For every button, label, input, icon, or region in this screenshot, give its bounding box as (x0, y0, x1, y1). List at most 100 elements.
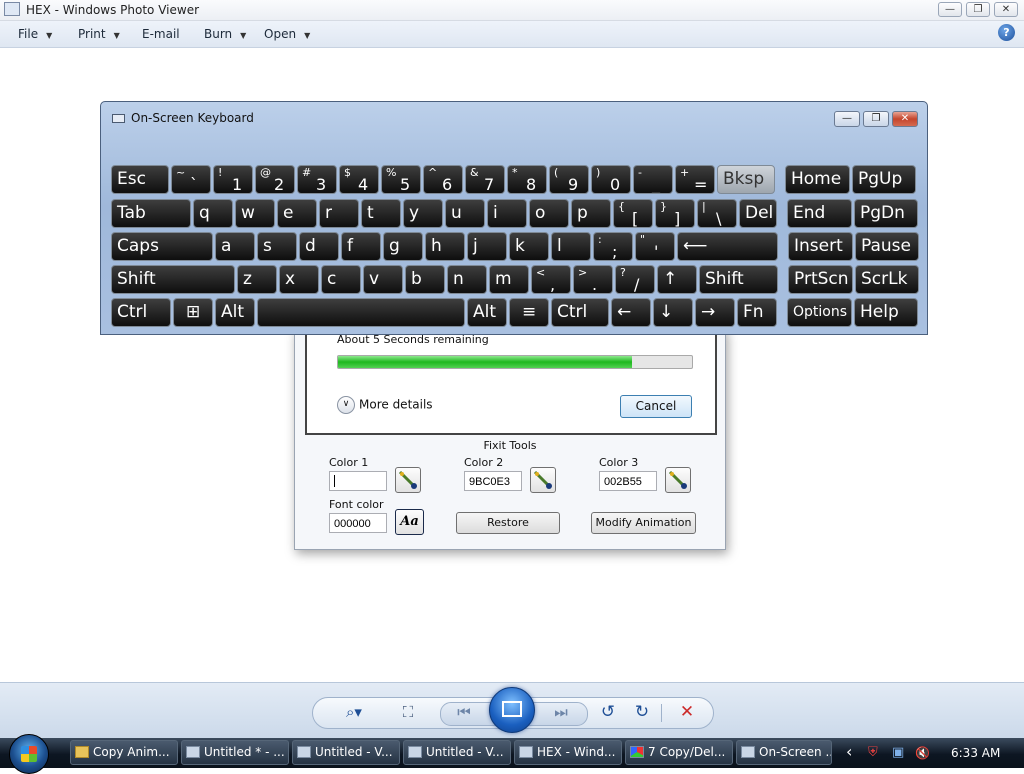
key-f[interactable]: f (341, 232, 381, 261)
key-pgup[interactable]: PgUp (852, 165, 916, 194)
key-5[interactable]: % 5 (381, 165, 421, 194)
key-o[interactable]: o (529, 199, 569, 228)
key-y[interactable]: y (403, 199, 443, 228)
color3-picker-button[interactable] (665, 467, 691, 493)
key-↑[interactable]: ↑ (657, 265, 697, 294)
minimize-button[interactable]: — (938, 2, 962, 17)
key-i[interactable]: i (487, 199, 527, 228)
key-p[interactable]: p (571, 199, 611, 228)
zoom-icon[interactable]: ⌕▾ (339, 703, 369, 721)
previous-icon[interactable]: ⏮ (453, 703, 475, 721)
key-home[interactable]: Home (785, 165, 850, 194)
key-t[interactable]: t (361, 199, 401, 228)
key-←[interactable]: ← (611, 298, 651, 327)
key-↓[interactable]: ↓ (653, 298, 693, 327)
key-s[interactable]: s (257, 232, 297, 261)
delete-icon[interactable]: ✕ (676, 702, 698, 722)
taskbar-button[interactable]: Untitled * - ... (181, 740, 289, 765)
taskbar-button[interactable]: 7 Copy/Del... (625, 740, 733, 765)
show-hidden-icons-icon[interactable]: ‹ (846, 742, 852, 761)
network-icon[interactable]: ▣ (892, 745, 904, 760)
taskbar-button[interactable]: Untitled - V... (292, 740, 400, 765)
color3-input[interactable]: 002B55 (599, 471, 657, 491)
key-1[interactable]: ! 1 (213, 165, 253, 194)
osk-minimize-button[interactable]: — (834, 111, 860, 127)
key-del[interactable]: Del (739, 199, 777, 228)
key-r[interactable]: r (319, 199, 359, 228)
key-scrlk[interactable]: ScrLk (855, 265, 919, 294)
key-2[interactable]: @2 (255, 165, 295, 194)
key-g[interactable]: g (383, 232, 423, 261)
key-shift[interactable]: Shift (699, 265, 778, 294)
key-8[interactable]: * 8 (507, 165, 547, 194)
key-end[interactable]: End (787, 199, 852, 228)
osk-restore-button[interactable]: ❐ (863, 111, 889, 127)
close-button[interactable]: ✕ (994, 2, 1018, 17)
menu-open[interactable]: Open ▼ (264, 27, 310, 41)
key-pause[interactable]: Pause (855, 232, 919, 261)
key-6[interactable]: ^ 6 (423, 165, 463, 194)
help-icon[interactable]: ? (998, 24, 1015, 41)
key-=[interactable]: + = (675, 165, 715, 194)
cancel-button[interactable]: Cancel (620, 395, 692, 418)
key-tab[interactable]: Tab (111, 199, 191, 228)
key-h[interactable]: h (425, 232, 465, 261)
color1-input[interactable] (329, 471, 387, 491)
key-7[interactable]: & 7 (465, 165, 505, 194)
key-4[interactable]: $4 (339, 165, 379, 194)
key-⟵[interactable]: ⟵ (677, 232, 778, 261)
key-;[interactable]: :; (593, 232, 633, 261)
key-windows[interactable]: ⊞ (173, 298, 213, 327)
key-a[interactable]: a (215, 232, 255, 261)
key-_[interactable]: - _ (633, 165, 673, 194)
key-esc[interactable]: Esc (111, 165, 169, 194)
key-u[interactable]: u (445, 199, 485, 228)
key-alt[interactable]: Alt (467, 298, 507, 327)
key-,[interactable]: <, (531, 265, 571, 294)
volume-muted-icon[interactable]: 🔇 (915, 746, 930, 760)
security-shield-icon[interactable]: ⛨ (868, 745, 878, 760)
font-button[interactable]: Aa (395, 509, 424, 535)
menu-file[interactable]: File ▼ (18, 27, 52, 41)
key-9[interactable]: (9 (549, 165, 589, 194)
key-[[interactable]: {[ (613, 199, 653, 228)
key-e[interactable]: e (277, 199, 317, 228)
key-j[interactable]: j (467, 232, 507, 261)
key-fn[interactable]: Fn (737, 298, 777, 327)
menu-burn[interactable]: Burn ▼ (204, 27, 246, 41)
key-m[interactable]: m (489, 265, 529, 294)
key-z[interactable]: z (237, 265, 277, 294)
taskbar-button[interactable]: Copy Anim... (70, 740, 178, 765)
key-c[interactable]: c (321, 265, 361, 294)
key-.[interactable]: >. (573, 265, 613, 294)
menu-email[interactable]: E-mail (142, 27, 180, 41)
key-][interactable]: }] (655, 199, 695, 228)
key-'[interactable]: " ' (635, 232, 675, 261)
restore-button[interactable]: Restore (456, 512, 560, 534)
key-/[interactable]: ? / (615, 265, 655, 294)
rotate-clockwise-icon[interactable]: ↻ (631, 702, 653, 722)
key-v[interactable]: v (363, 265, 403, 294)
maximize-button[interactable]: ❐ (966, 2, 990, 17)
key-l[interactable]: l (551, 232, 591, 261)
osk-close-button[interactable]: ✕ (892, 111, 918, 127)
key-→[interactable]: → (695, 298, 735, 327)
key-3[interactable]: #3 (297, 165, 337, 194)
key-ctrl[interactable]: Ctrl (551, 298, 609, 327)
more-details-toggle[interactable]: ∨ More details (337, 396, 433, 414)
key-0[interactable]: ) 0 (591, 165, 631, 194)
modify-animation-button[interactable]: Modify Animation (591, 512, 696, 534)
next-icon[interactable]: ⏭ (550, 703, 572, 721)
color1-picker-button[interactable] (395, 467, 421, 493)
key-ctrl[interactable]: Ctrl (111, 298, 171, 327)
key-shift[interactable]: Shift (111, 265, 235, 294)
key-space[interactable] (257, 298, 465, 327)
font-color-input[interactable]: 000000 (329, 513, 387, 533)
key-w[interactable]: w (235, 199, 275, 228)
key-insert[interactable]: Insert (788, 232, 853, 261)
key-menu[interactable]: ≡ (509, 298, 549, 327)
start-button[interactable] (9, 734, 49, 774)
key-help[interactable]: Help (854, 298, 918, 327)
rotate-counterclockwise-icon[interactable]: ↺ (597, 702, 619, 722)
key-bksp[interactable]: Bksp (717, 165, 775, 194)
